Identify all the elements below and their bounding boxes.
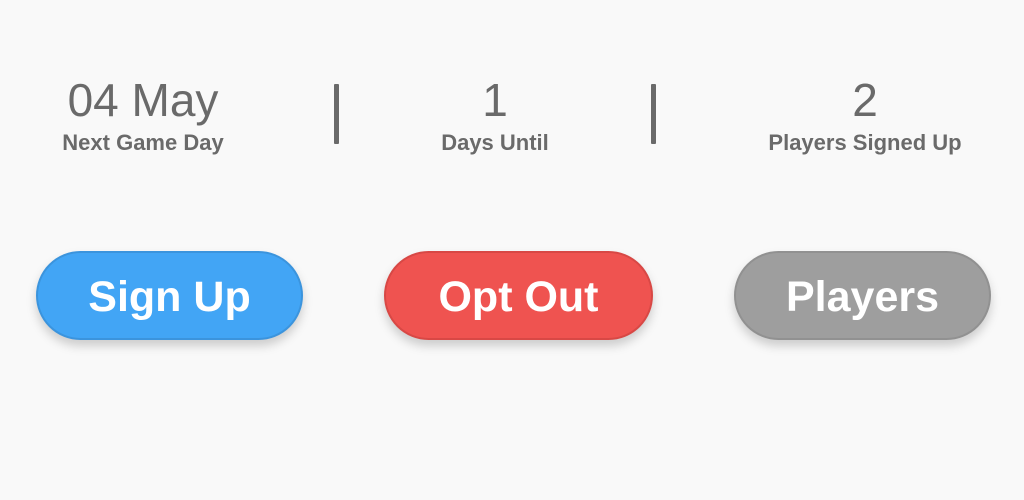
- stat-divider: [334, 84, 339, 144]
- players-signed-up-value: 2: [852, 74, 878, 126]
- next-game-day-label: Next Game Day: [62, 130, 224, 155]
- days-until-label: Days Until: [441, 130, 549, 155]
- days-until-value: 1: [482, 74, 508, 126]
- sign-up-button[interactable]: Sign Up: [36, 251, 303, 340]
- days-until-stat: 1 Days Until: [390, 72, 600, 158]
- next-game-date: 04 May: [67, 74, 219, 126]
- players-button[interactable]: Players: [734, 251, 991, 340]
- opt-out-button[interactable]: Opt Out: [384, 251, 653, 340]
- next-game-day-stat: 04 May Next Game Day: [20, 72, 266, 158]
- players-signed-up-label: Players Signed Up: [768, 130, 962, 155]
- stat-divider: [651, 84, 656, 144]
- players-signed-up-stat: 2 Players Signed Up: [730, 72, 1000, 158]
